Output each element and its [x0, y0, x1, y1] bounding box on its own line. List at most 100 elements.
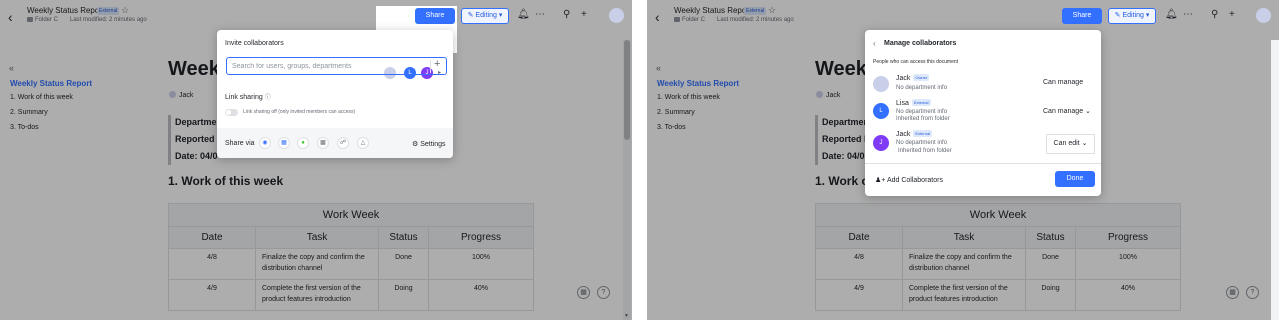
toc-item[interactable]: 3. To-dos — [10, 124, 39, 131]
column-header: Task — [255, 226, 379, 249]
add-icon[interactable]: + — [1229, 9, 1235, 20]
divider — [865, 163, 1101, 164]
add-user-icon: ♟+ — [875, 177, 886, 184]
left-screen: ‹ Weekly Status Report External ☆ Folder… — [0, 0, 632, 320]
editing-mode-button[interactable]: ✎ Editing ▾ — [461, 8, 509, 24]
help-icon[interactable]: ? — [597, 286, 610, 299]
back-icon[interactable]: ‹ — [655, 9, 669, 25]
share-lark-icon[interactable]: ◉ — [259, 137, 271, 149]
folder-breadcrumb[interactable]: Folder C — [674, 17, 705, 23]
scrollbar[interactable] — [1271, 40, 1279, 320]
scroll-thumb[interactable] — [624, 40, 630, 140]
share-button[interactable]: Share — [1062, 8, 1102, 24]
column-header: Date — [168, 226, 256, 249]
scrollbar[interactable]: ▼ — [623, 40, 631, 320]
inherit-info: Inherited from folder — [896, 148, 954, 154]
scroll-down-icon[interactable]: ▼ — [624, 313, 629, 319]
more-icon[interactable]: ⋯ — [1183, 9, 1193, 20]
folder-breadcrumb[interactable]: Folder C — [27, 17, 58, 23]
cell[interactable]: 100% — [428, 248, 534, 280]
column-header: Task — [902, 226, 1026, 249]
section-heading: 1. Work o — [815, 174, 869, 188]
back-icon[interactable]: ‹ — [873, 39, 876, 48]
cell[interactable]: 100% — [1075, 248, 1181, 280]
bell-icon[interactable]: 🔔︎ — [517, 9, 530, 20]
table-row: 4/9 Complete the first version of the pr… — [168, 279, 534, 311]
avatar[interactable] — [609, 8, 624, 23]
help-icon[interactable]: ? — [1246, 286, 1259, 299]
meta-reported-by: Reported b — [822, 134, 870, 144]
editing-mode-button[interactable]: ✎ Editing ▾ — [1108, 8, 1156, 24]
permission-dropdown[interactable]: Can edit ⌄ — [1046, 134, 1095, 154]
column-header: Progress — [1075, 226, 1181, 249]
toc-item[interactable]: 3. To-dos — [657, 124, 686, 131]
section-heading: 1. Work of this week — [168, 174, 284, 188]
cell[interactable]: 4/9 — [168, 279, 256, 311]
toc-item[interactable]: 2. Summary — [657, 109, 695, 116]
add-icon[interactable]: + — [434, 58, 440, 70]
manage-collaborators-popup: ‹ Manage collaborators People who can ac… — [865, 30, 1101, 196]
cell[interactable]: 40% — [1075, 279, 1181, 311]
star-icon[interactable]: ☆ — [121, 5, 129, 16]
inherit-info: Inherited from folder — [896, 116, 950, 122]
cell[interactable]: 4/8 — [815, 248, 903, 280]
avatar[interactable] — [1256, 8, 1271, 23]
link-sharing-text: Link sharing — [225, 94, 263, 101]
add-icon[interactable]: + — [581, 9, 587, 20]
copy-link-icon[interactable]: ☍ — [337, 137, 349, 149]
share-doc-icon[interactable]: ▦ — [278, 137, 290, 149]
share-image-icon[interactable]: △ — [357, 137, 369, 149]
cell[interactable]: 4/8 — [168, 248, 256, 280]
search-icon[interactable]: ⚲ — [563, 9, 570, 20]
external-tag: External — [911, 99, 931, 106]
name-text: Jack — [896, 131, 911, 138]
toc-title[interactable]: Weekly Status Report — [10, 79, 92, 88]
author-name: Jack — [179, 92, 194, 99]
toc-title[interactable]: Weekly Status Report — [657, 79, 739, 88]
cell[interactable]: Doing — [378, 279, 429, 311]
info-icon[interactable]: ⓘ — [265, 95, 271, 101]
cell[interactable]: Complete the first version of the produc… — [902, 279, 1026, 311]
gear-icon: ⚙ — [412, 141, 419, 148]
link-sharing-toggle[interactable] — [225, 109, 238, 116]
search-field[interactable]: + — [226, 57, 447, 75]
done-button[interactable]: Done — [1055, 171, 1095, 187]
folder-icon — [674, 17, 680, 22]
folder-icon — [27, 17, 33, 22]
more-icon[interactable]: ⋯ — [535, 9, 545, 20]
toc-item[interactable]: 1. Work of this week — [657, 94, 720, 101]
bell-icon[interactable]: 🔔︎ — [1165, 9, 1178, 20]
star-icon[interactable]: ☆ — [768, 5, 776, 16]
toc-item[interactable]: 2. Summary — [10, 109, 48, 116]
permission-dropdown[interactable]: Can manage ⌄ — [1043, 107, 1091, 115]
outline-icon[interactable]: ▦ — [1226, 286, 1239, 299]
table-title: Work Week — [168, 203, 534, 227]
back-icon[interactable]: ‹ — [8, 9, 22, 25]
name-text: Jack — [896, 75, 911, 82]
collapse-toc-icon[interactable]: « — [656, 63, 661, 73]
cell[interactable]: Finalize the copy and confirm the distri… — [902, 248, 1026, 280]
toc-item[interactable]: 1. Work of this week — [10, 94, 73, 101]
collapse-toc-icon[interactable]: « — [9, 63, 14, 73]
table-row: 4/8 Finalize the copy and confirm the di… — [815, 248, 1181, 280]
settings-label: Settings — [420, 141, 446, 148]
cell[interactable]: Finalize the copy and confirm the distri… — [255, 248, 379, 280]
share-qrcode-icon[interactable]: ▩ — [317, 137, 329, 149]
cell[interactable]: Done — [1025, 248, 1076, 280]
cell[interactable]: Complete the first version of the produc… — [255, 279, 379, 311]
share-button[interactable]: Share — [415, 8, 455, 24]
cell[interactable]: Done — [378, 248, 429, 280]
link-sharing-label: Link sharing ⓘ — [225, 92, 271, 101]
share-wechat-icon[interactable]: ● — [297, 137, 309, 149]
cell[interactable]: 40% — [428, 279, 534, 311]
outline-icon[interactable]: ▦ — [577, 286, 590, 299]
share-via-bar: Share via ◉ ▦ ● ▩ ☍ △ ⚙ Settings — [217, 128, 453, 158]
column-header: Progress — [428, 226, 534, 249]
search-input[interactable] — [232, 60, 427, 72]
search-icon[interactable]: ⚲ — [1211, 9, 1218, 20]
add-collaborators-button[interactable]: ♟+ Add Collaborators — [875, 176, 943, 184]
meta-department: Departmen — [175, 117, 223, 127]
settings-button[interactable]: ⚙ Settings — [412, 140, 446, 148]
cell[interactable]: Doing — [1025, 279, 1076, 311]
cell[interactable]: 4/9 — [815, 279, 903, 311]
